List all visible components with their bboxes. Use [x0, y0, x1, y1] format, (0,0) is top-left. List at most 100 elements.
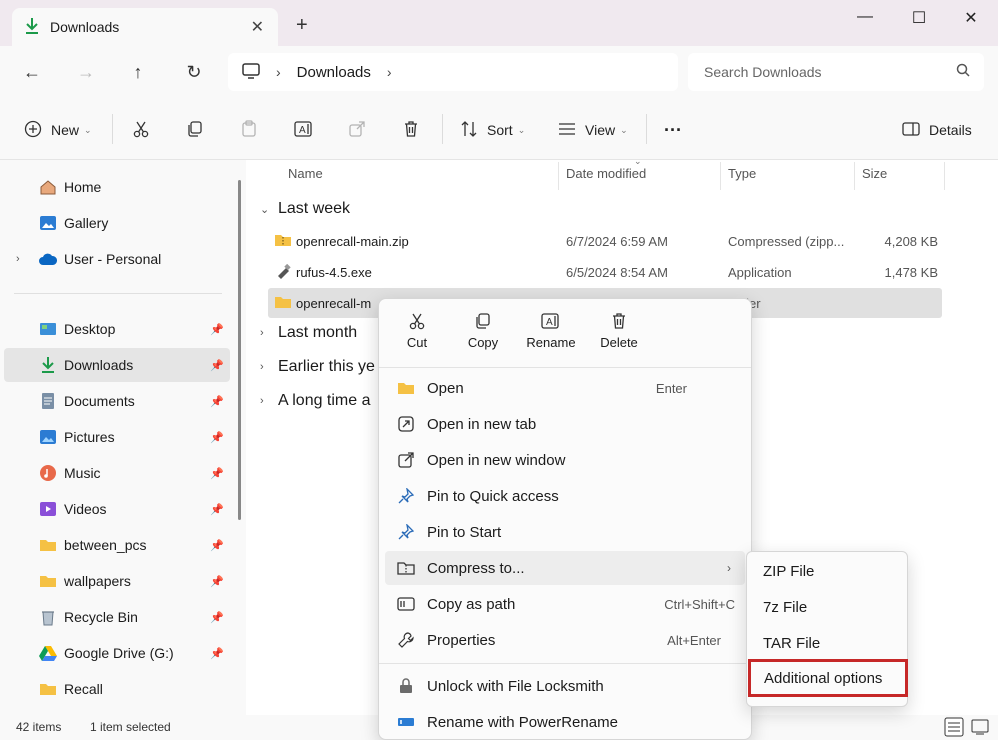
column-divider[interactable] — [944, 162, 945, 190]
search-input[interactable]: Search Downloads — [688, 53, 984, 91]
pin-icon[interactable]: 📌 — [210, 503, 224, 516]
sidebar-item-home[interactable]: Home — [4, 170, 230, 204]
pin-icon[interactable]: 📌 — [210, 647, 224, 660]
context-rename-button[interactable]: A Rename — [519, 309, 583, 361]
pin-icon[interactable]: 📌 — [210, 431, 224, 444]
context-item-file-locksmith[interactable]: Unlock with File Locksmith — [385, 669, 745, 703]
sidebar-item-between-pcs[interactable]: between_pcs 📌 — [4, 528, 230, 562]
tab-downloads[interactable]: Downloads ✕ — [12, 8, 278, 46]
context-item-copy-path[interactable]: Copy as path Ctrl+Shift+C — [385, 587, 745, 621]
sidebar-item-wallpapers[interactable]: wallpapers 📌 — [4, 564, 230, 598]
back-icon[interactable]: ← — [20, 60, 44, 84]
forward-icon[interactable]: → — [74, 60, 98, 84]
column-divider[interactable] — [854, 162, 855, 190]
pin-icon[interactable]: 📌 — [210, 539, 224, 552]
sidebar-item-documents[interactable]: Documents 📌 — [4, 384, 230, 418]
context-item-pin-start[interactable]: Pin to Start — [385, 515, 745, 549]
submenu-item-tar[interactable]: TAR File — [751, 626, 905, 660]
sort-button[interactable]: Sort ⌄ — [460, 118, 525, 142]
sidebar-item-pictures[interactable]: Pictures 📌 — [4, 420, 230, 454]
group-header-last-week[interactable]: ⌄ Last week — [260, 200, 350, 218]
paste-button[interactable] — [240, 118, 258, 142]
delete-button[interactable] — [402, 118, 420, 142]
file-row-openrecall-zip[interactable]: openrecall-main.zip 6/7/2024 6:59 AM Com… — [268, 226, 942, 256]
plus-icon[interactable]: + — [296, 14, 308, 37]
context-delete-button[interactable]: Delete — [587, 309, 651, 361]
cut-button[interactable] — [132, 118, 150, 142]
minimize-icon[interactable]: — — [850, 8, 880, 26]
rename-button[interactable]: A — [294, 118, 314, 142]
chevron-right-icon[interactable]: › — [16, 253, 20, 265]
column-header-type[interactable]: Type — [728, 166, 756, 181]
context-item-properties[interactable]: Properties Alt+Enter — [385, 623, 745, 657]
column-divider[interactable] — [720, 162, 721, 190]
column-divider[interactable] — [558, 162, 559, 190]
breadcrumb-downloads[interactable]: Downloads — [297, 64, 371, 81]
context-item-open-new-tab[interactable]: Open in new tab — [385, 407, 745, 441]
submenu-item-additional-options[interactable]: Additional options — [748, 659, 908, 697]
new-button[interactable]: New ⌄ — [24, 118, 92, 142]
context-item-label: Unlock with File Locksmith — [427, 677, 604, 695]
sidebar-item-downloads[interactable]: Downloads 📌 — [4, 348, 230, 382]
sidebar-item-videos[interactable]: Videos 📌 — [4, 492, 230, 526]
pin-icon[interactable]: 📌 — [210, 323, 224, 336]
context-item-open[interactable]: Open Enter — [385, 371, 745, 405]
pin-icon[interactable]: 📌 — [210, 611, 224, 624]
sidebar-item-music[interactable]: Music 📌 — [4, 456, 230, 490]
cut-icon — [385, 309, 449, 333]
tiles-view-icon[interactable] — [970, 717, 990, 740]
close-icon[interactable]: ✕ — [251, 17, 264, 37]
cloud-icon — [38, 250, 58, 268]
more-options-icon[interactable]: ··· — [664, 118, 682, 142]
group-header-long-time[interactable]: › A long time a — [260, 392, 371, 410]
context-copy-button[interactable]: Copy — [451, 309, 515, 361]
up-icon[interactable]: ↑ — [126, 60, 150, 84]
maximize-icon[interactable]: ☐ — [904, 8, 934, 28]
sidebar-item-recall[interactable]: Recall — [4, 672, 230, 706]
more-label: ··· — [664, 119, 682, 140]
submenu-item-zip[interactable]: ZIP File — [751, 554, 905, 588]
context-cut-button[interactable]: Cut — [385, 309, 449, 361]
pin-icon[interactable]: 📌 — [210, 359, 224, 372]
submenu-label: TAR File — [763, 634, 821, 652]
refresh-icon[interactable]: ↻ — [182, 60, 206, 84]
context-item-powerrename[interactable]: Rename with PowerRename — [385, 705, 745, 739]
column-header-size[interactable]: Size — [862, 166, 887, 181]
group-header-earlier[interactable]: › Earlier this ye — [260, 358, 375, 376]
close-window-icon[interactable]: ✕ — [956, 8, 986, 28]
view-button[interactable]: View ⌄ — [558, 118, 628, 142]
submenu-item-7z[interactable]: 7z File — [751, 590, 905, 624]
sidebar-item-desktop[interactable]: Desktop 📌 — [4, 312, 230, 346]
column-header-name[interactable]: Name — [288, 166, 323, 181]
group-header-last-month[interactable]: › Last month — [260, 324, 357, 342]
share-button[interactable] — [348, 118, 366, 142]
sidebar-item-google-drive[interactable]: Google Drive (G:) 📌 — [4, 636, 230, 670]
context-item-compress-to[interactable]: Compress to... › — [385, 551, 745, 585]
sidebar-item-recycle-bin[interactable]: Recycle Bin 📌 — [4, 600, 230, 634]
context-top-label: Rename — [526, 335, 576, 350]
search-placeholder: Search Downloads — [704, 64, 822, 80]
pin-icon[interactable]: 📌 — [210, 575, 224, 588]
column-header-date[interactable]: Date modified — [566, 166, 646, 181]
folder-icon — [397, 379, 415, 397]
details-button[interactable]: Details — [902, 118, 972, 142]
copy-button[interactable] — [186, 118, 204, 142]
sidebar-item-user-personal[interactable]: › User - Personal — [4, 242, 230, 276]
details-view-icon[interactable] — [944, 717, 964, 740]
desktop-icon — [38, 320, 58, 338]
context-item-pin-quick-access[interactable]: Pin to Quick access — [385, 479, 745, 513]
file-date: 6/7/2024 6:59 AM — [566, 233, 668, 249]
address-bar[interactable]: › Downloads › — [228, 53, 678, 91]
folder-icon — [38, 572, 58, 590]
context-item-open-new-window[interactable]: Open in new window — [385, 443, 745, 477]
sidebar-item-label: Recycle Bin — [64, 609, 138, 625]
file-row-rufus[interactable]: rufus-4.5.exe 6/5/2024 8:54 AM Applicati… — [268, 257, 942, 287]
sidebar-item-label: User - Personal — [64, 251, 162, 267]
pin-icon[interactable]: 📌 — [210, 395, 224, 408]
gallery-icon — [38, 214, 58, 232]
divider — [442, 114, 443, 144]
sidebar-item-gallery[interactable]: Gallery — [4, 206, 230, 240]
powerrename-icon — [397, 713, 415, 731]
pin-icon[interactable]: 📌 — [210, 467, 224, 480]
sidebar-scrollbar[interactable] — [238, 180, 241, 520]
